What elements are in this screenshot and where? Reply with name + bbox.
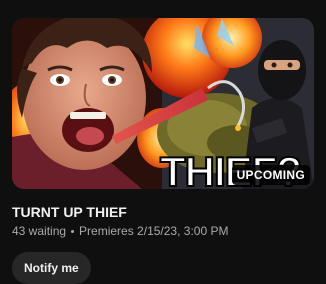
notify-button[interactable]: Notify me (12, 252, 91, 284)
waiting-count: 43 waiting (12, 224, 67, 238)
video-stats: 43 waiting Premieres 2/15/23, 3:00 PM (12, 223, 228, 239)
video-title[interactable]: TURNT UP THIEF (12, 203, 127, 221)
upcoming-badge: UPCOMING (231, 165, 310, 185)
video-thumbnail[interactable]: THIEF? UPCOMING (12, 18, 314, 189)
premiere-date: Premieres 2/15/23, 3:00 PM (79, 224, 229, 238)
video-card: THIEF? UPCOMING TURNT UP THIEF (0, 0, 326, 284)
separator-dot (71, 229, 75, 233)
thumbnail-image: THIEF? (12, 18, 314, 189)
